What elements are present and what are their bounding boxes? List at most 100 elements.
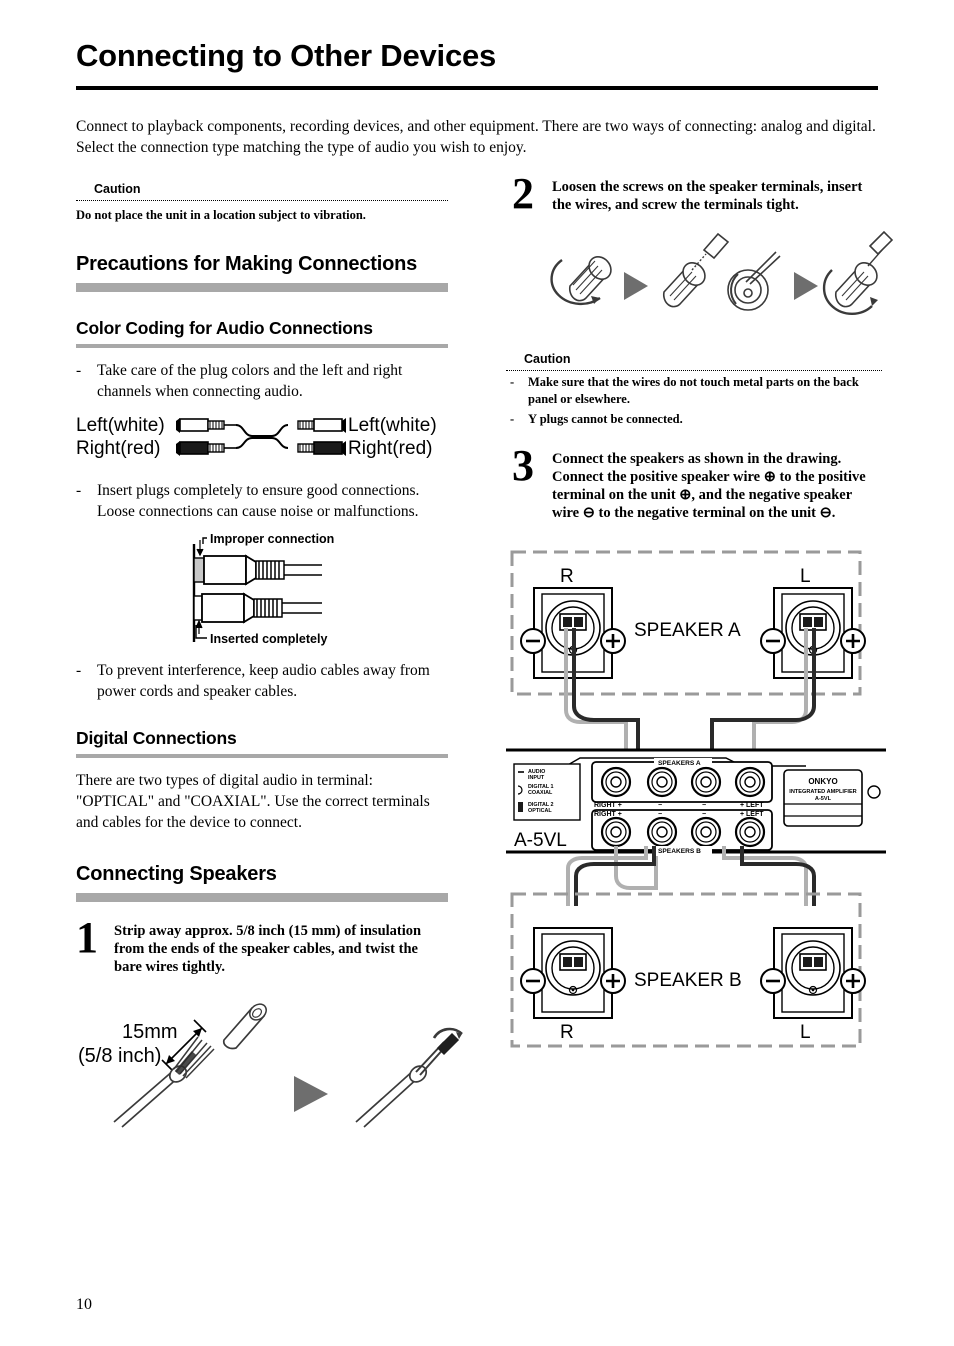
speaker-a-label: SPEAKER A [634,620,741,641]
rca-cable-svg: Left(white) Right(red) Left(white) Right… [76,415,437,459]
list-item: - To prevent interference, keep audio cab… [76,660,448,702]
cable-label-left-bottom: Right(red) [76,438,160,459]
strip-wire-svg: 15mm (5/8 inch) [78,1003,463,1128]
section-heading-precautions: Precautions for Making Connections [76,253,418,275]
amp-speakers-b-label: SPEAKERS B [658,848,701,855]
intro-paragraph: Connect to playback components, recordin… [76,118,876,156]
speaker-b-label: SPEAKER B [634,970,742,991]
amp-speakers-a-row: SPEAKERS A RIGHT + − − + LEFT [591,758,773,809]
bullet-text: Take care of the plug colors and the lef… [97,362,403,400]
speaker-a-left-channel-label: L [800,566,811,587]
caution-label: Caution [94,182,141,196]
bullet-dash: - [76,362,82,379]
amp-brand-name: ONKYO [808,777,837,786]
section-heading-connecting-speakers: Connecting Speakers [76,863,277,885]
step-number: 3 [512,441,534,490]
wire-insert-icon [727,251,781,311]
bullet-dash: - [76,662,82,679]
screw-loosen-icon [550,256,612,306]
amp-speakers-a-label: SPEAKERS A [658,760,701,767]
cable-path-top [235,424,289,437]
page-number: 10 [76,1296,92,1313]
amp-brand-plate: ONKYO INTEGRATED AMPLIFIER A-5VL [783,769,881,827]
insulation-sleeve [222,1003,267,1050]
plug-insertion-svg: Improper connection Inserted completely [192,532,334,646]
caution-text: Make sure that the wires do not touch me… [528,375,859,406]
cable-label-left-top: Left(white) [76,415,165,436]
step-text: Strip away approx. 5/8 inch (15 mm) of i… [114,923,422,975]
page-title: Connecting to Other Devices [76,38,497,73]
bullet-text: Insert plugs completely to ensure good c… [97,482,420,520]
terminal-screw-figure [540,230,894,328]
cable-label-right-bottom: Right(red) [348,438,432,459]
label-improper-connection: Improper connection [210,532,334,546]
step-2: 2 Loosen the screws on the speaker termi… [506,172,882,218]
speaker-b-left-terminal [760,927,866,1019]
cable-path-bottom [235,437,289,449]
speaker-wiring-diagram: SPEAKER A R L AUDIO INPUT DIGITAL 1 COAX… [506,546,886,1058]
title-rule [76,86,878,90]
bullet-list-color-coding: - Take care of the plug colors and the le… [76,360,448,402]
amp-brand-sub: INTEGRATED AMPLIFIER [789,789,856,795]
cable-twisted [355,1027,463,1128]
plug-improper [193,554,322,586]
step-1: 1 Strip away approx. 5/8 inch (15 mm) of… [76,916,448,976]
bullet-text: To prevent interference, keep audio cabl… [97,662,430,700]
rca-cable-figure: Left(white) Right(red) Left(white) Right… [76,412,448,468]
speaker-wiring-svg: SPEAKER A R L AUDIO INPUT DIGITAL 1 COAX… [506,550,886,1048]
left-column: Caution Do not place the unit in a locat… [76,182,463,1130]
caution-block-wires: Caution - Make sure that the wires do not… [506,352,882,428]
svg-text:INPUT: INPUT [528,775,545,781]
caution-divider [76,200,448,201]
dimension-label-mm: 15mm [122,1021,178,1043]
manual-page: Connecting to Other Devices Connect to p… [0,0,954,1346]
plug-insertion-figure: Improper connection Inserted completely [76,530,448,648]
amp-input-jacks: AUDIO INPUT DIGITAL 1 COAXIAL DIGITAL 2 … [513,763,581,821]
step-number: 1 [76,913,98,962]
step-text: Loosen the screws on the speaker termina… [552,179,863,213]
amp-row-a-label-left: + LEFT [740,802,764,809]
plug-red-right [297,441,346,456]
amp-brand-model: A-5VL [815,796,832,802]
right-column: 2 Loosen the screws on the speaker termi… [506,172,894,522]
subheading-digital-connections: Digital Connections [76,728,237,748]
caution-text: Y plugs cannot be connected. [528,412,683,426]
bullet-dash: - [510,375,515,389]
list-item: - Insert plugs completely to ensure good … [76,480,448,522]
amp-row-b-label-right: RIGHT + [594,811,622,818]
bullet-list-interference: - To prevent interference, keep audio cab… [76,660,448,702]
speaker-a-right-channel-label: R [560,566,574,587]
speaker-b-left-channel-label: L [800,1022,811,1043]
process-arrow-icon [794,272,818,300]
amp-row-a-label-right: RIGHT + [594,802,622,809]
caution-label: Caution [524,352,571,366]
amp-row-b-label-left: + LEFT [740,811,764,818]
dimension-label-inch: (5/8 inch) [78,1045,161,1067]
amp-row-a-label-minus2: − [702,802,706,809]
screwdriver-icon [662,232,730,308]
step-text: Connect the speakers as shown in the dra… [552,451,866,521]
list-item: - Make sure that the wires do not touch m… [506,374,882,408]
terminal-screw-svg [550,230,894,315]
subheading-bar [76,754,448,758]
process-arrow-icon [294,1076,328,1112]
subheading-color-coding: Color Coding for Audio Connections [76,318,373,338]
amplifier-rear-panel: AUDIO INPUT DIGITAL 1 COAXIAL DIGITAL 2 … [506,748,886,855]
list-item: -Y plugs cannot be connected. [506,411,882,428]
bullet-dash: - [76,482,82,499]
label-inserted-completely: Inserted completely [210,632,327,646]
cable-label-right-top: Left(white) [348,415,437,436]
bullet-dash: - [510,412,515,426]
digital-connections-text: There are two types of digital audio in … [76,772,430,831]
caution-divider [506,370,882,371]
bullet-list-insert-plugs: - Insert plugs completely to ensure good … [76,480,448,522]
wire-bundle-speaker-b [566,846,816,906]
speaker-b-right-terminal [520,927,626,1019]
caution-text: Do not place the unit in a location subj… [76,208,366,222]
svg-text:OPTICAL: OPTICAL [528,808,552,814]
amp-row-a-label-minus1: − [658,802,662,809]
plug-white-right [297,418,346,433]
step-3: 3 Connect the speakers as shown in the d… [506,444,882,522]
caution-block-vibration: Caution Do not place the unit in a locat… [76,182,448,223]
process-arrow-icon [624,272,648,300]
